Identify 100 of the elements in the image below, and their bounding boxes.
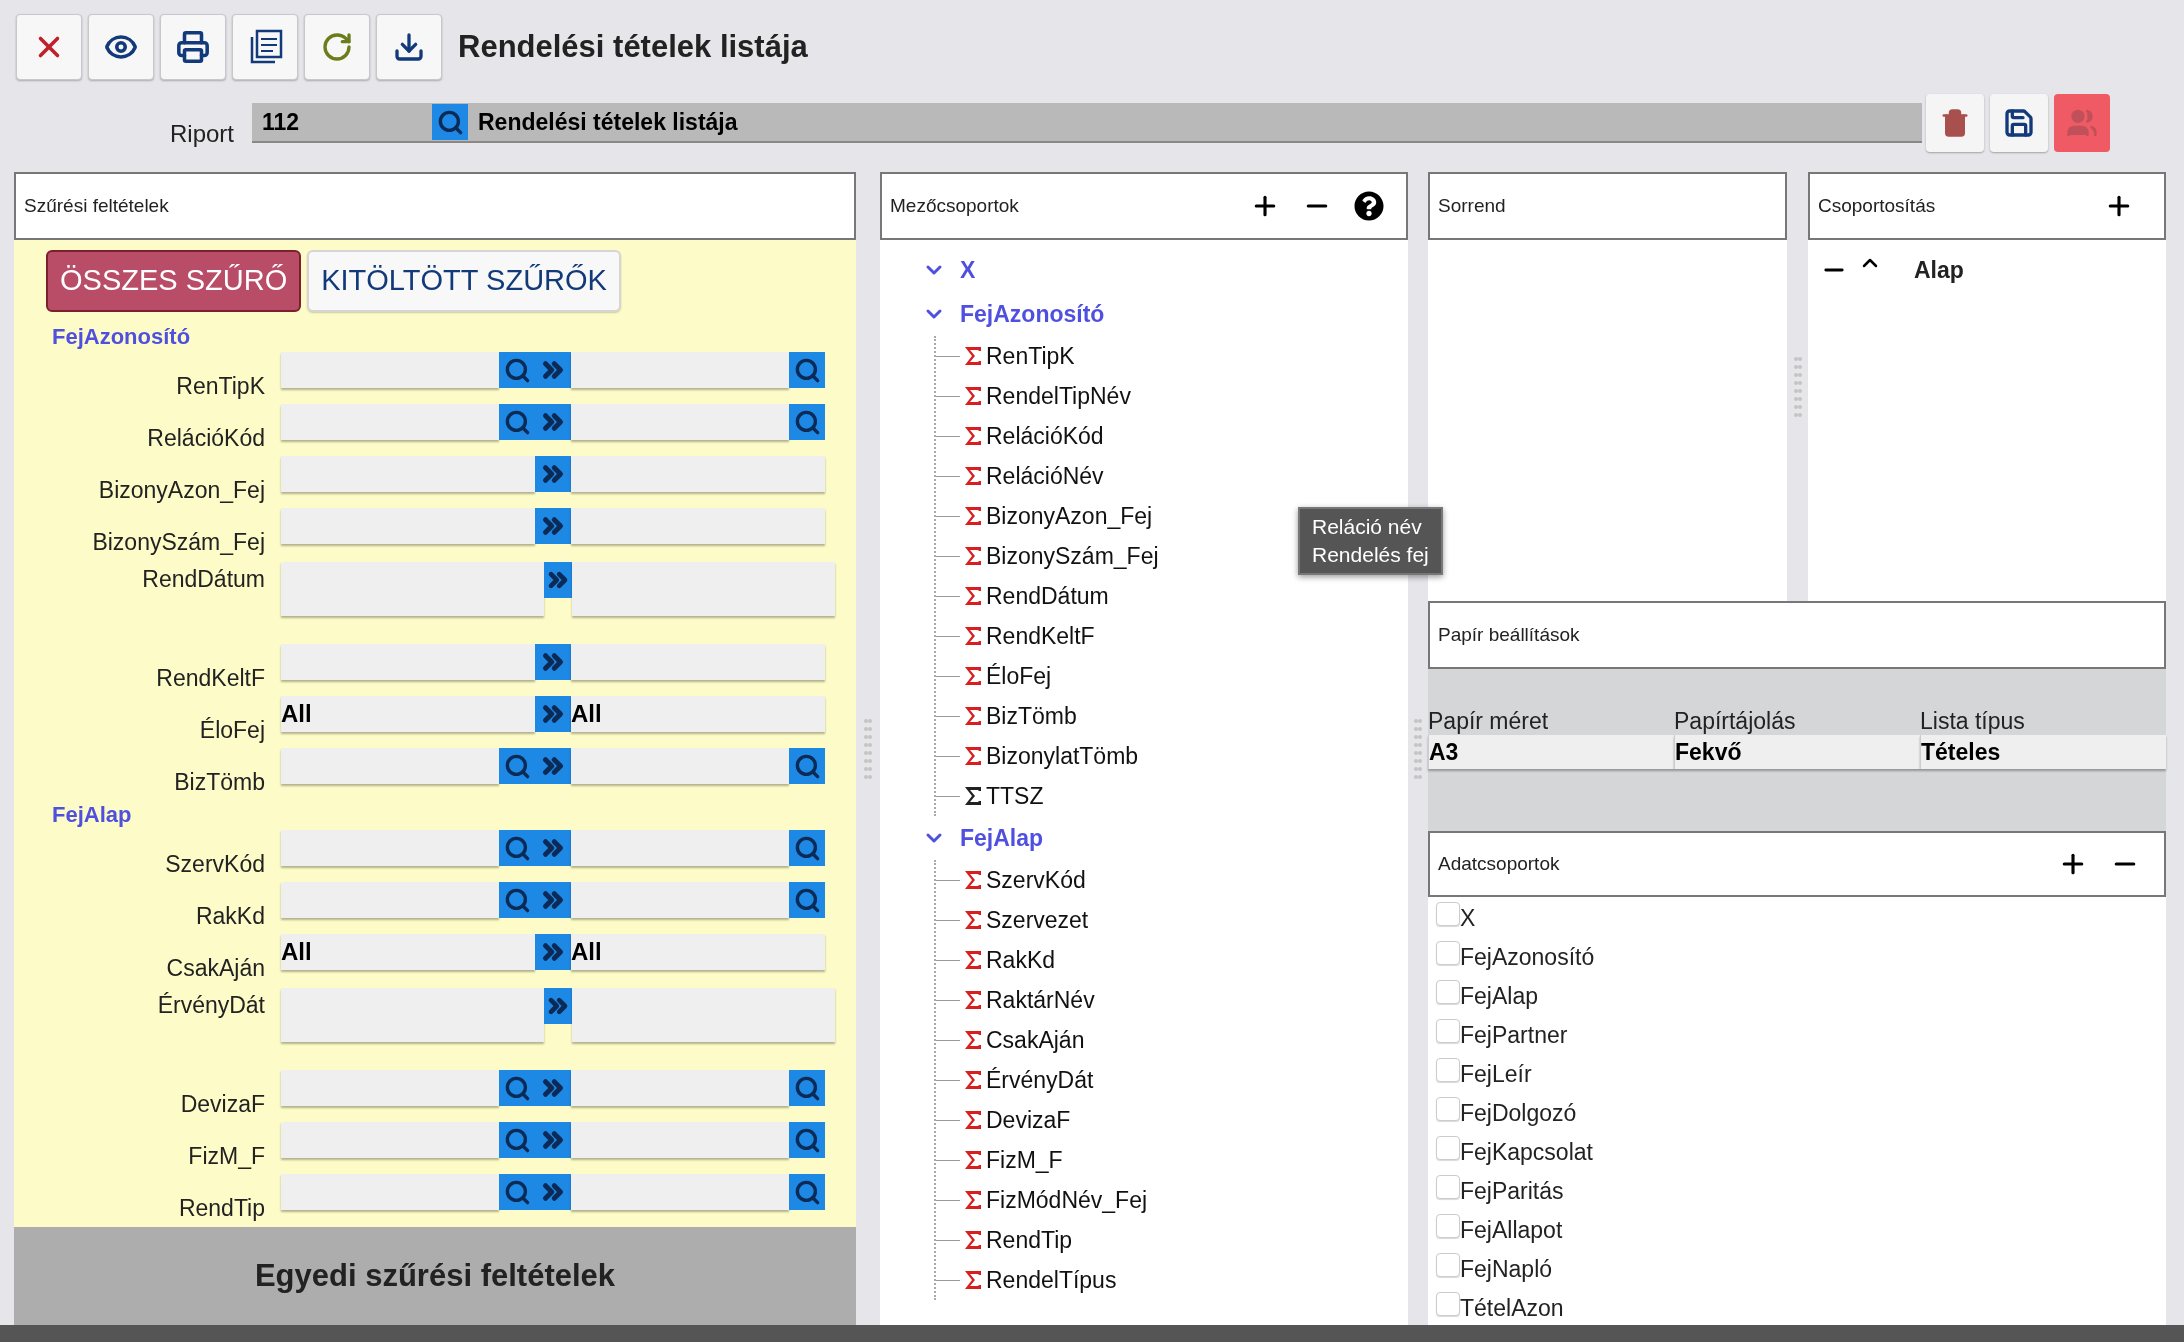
- input-field[interactable]: [281, 1174, 499, 1210]
- input-field[interactable]: All: [281, 934, 535, 970]
- search-button[interactable]: [499, 352, 535, 388]
- checkbox[interactable]: [1436, 1057, 1460, 1082]
- tree-item-label[interactable]: RenTipK: [986, 338, 1075, 374]
- tree-item-label[interactable]: FizMódNév_Fej: [986, 1182, 1148, 1218]
- input-field[interactable]: [571, 352, 789, 388]
- tree-item-label[interactable]: Szervezet: [986, 902, 1089, 938]
- input-field[interactable]: [281, 352, 499, 388]
- search-button[interactable]: [499, 404, 535, 440]
- checkbox[interactable]: [1436, 1213, 1460, 1238]
- tree-item-label[interactable]: CsakAján: [986, 1022, 1085, 1058]
- search-button[interactable]: [789, 882, 825, 918]
- refresh-button[interactable]: [304, 14, 370, 80]
- range-arrow-button[interactable]: [535, 352, 571, 388]
- input-field[interactable]: [281, 404, 499, 440]
- input-field[interactable]: [281, 748, 499, 784]
- input-field[interactable]: [571, 1070, 789, 1106]
- input-field[interactable]: [571, 882, 789, 918]
- search-button[interactable]: [789, 1174, 825, 1210]
- save-button[interactable]: [1990, 94, 2048, 152]
- tree-item-label[interactable]: RendKeltF: [986, 618, 1095, 654]
- report-field[interactable]: 112 Rendelési tételek listája: [252, 103, 1922, 143]
- input-field[interactable]: [281, 562, 544, 616]
- checkbox[interactable]: [1436, 1174, 1460, 1199]
- input-field[interactable]: [281, 830, 499, 866]
- input-field[interactable]: [281, 456, 535, 492]
- range-arrow-button[interactable]: [535, 1174, 571, 1210]
- search-button[interactable]: [789, 830, 825, 866]
- range-arrow-button[interactable]: [544, 562, 572, 598]
- input-field[interactable]: [571, 456, 825, 492]
- print-button[interactable]: [160, 14, 226, 80]
- tree-item-label[interactable]: RendDátum: [986, 578, 1109, 614]
- tree-item-label[interactable]: TTSZ: [986, 778, 1044, 814]
- tree-item-label[interactable]: RendelTipNév: [986, 378, 1131, 414]
- custom-filters-bar[interactable]: Egyedi szűrési feltételek: [14, 1227, 856, 1325]
- range-arrow-button[interactable]: [535, 882, 571, 918]
- help-icon[interactable]: [1354, 191, 1384, 221]
- input-field[interactable]: [572, 562, 835, 616]
- tree-item-label[interactable]: FizM_F: [986, 1142, 1063, 1178]
- tree-item-label[interactable]: BizonylatTömb: [986, 738, 1139, 774]
- search-button[interactable]: [499, 1070, 535, 1106]
- input-field[interactable]: [281, 1122, 499, 1158]
- paper-field[interactable]: A3: [1428, 735, 1674, 769]
- download-button[interactable]: [376, 14, 442, 80]
- tree-item-label[interactable]: RelációNév: [986, 458, 1104, 494]
- checkbox[interactable]: [1436, 979, 1460, 1004]
- search-icon[interactable]: [432, 104, 468, 140]
- tree-item-label[interactable]: RaktárNév: [986, 982, 1095, 1018]
- input-field[interactable]: [281, 644, 535, 680]
- tree-item-label[interactable]: RelációKód: [986, 418, 1104, 454]
- range-arrow-button[interactable]: [535, 830, 571, 866]
- input-field[interactable]: [571, 830, 789, 866]
- checkbox[interactable]: [1436, 1252, 1460, 1277]
- range-arrow-button[interactable]: [535, 696, 571, 732]
- drag-handle[interactable]: [1414, 718, 1422, 779]
- search-button[interactable]: [499, 882, 535, 918]
- drag-handle[interactable]: [864, 718, 872, 779]
- tree-item-label[interactable]: ÉloFej: [986, 658, 1052, 694]
- input-field[interactable]: [281, 1070, 499, 1106]
- range-arrow-button[interactable]: [535, 934, 571, 970]
- input-field[interactable]: [281, 882, 499, 918]
- input-field[interactable]: All: [281, 696, 535, 732]
- tree-group-label[interactable]: FejAlap: [960, 820, 1044, 856]
- search-button[interactable]: [499, 1174, 535, 1210]
- range-arrow-button[interactable]: [535, 1070, 571, 1106]
- input-field[interactable]: [571, 404, 789, 440]
- search-button[interactable]: [499, 1122, 535, 1158]
- grouping-item[interactable]: Alap: [1914, 252, 1964, 288]
- input-field[interactable]: [572, 988, 835, 1042]
- tree-item-label[interactable]: BizTömb: [986, 698, 1077, 734]
- search-button[interactable]: [789, 404, 825, 440]
- tree-item-label[interactable]: SzervKód: [986, 862, 1086, 898]
- range-arrow-button[interactable]: [535, 456, 571, 492]
- filter-tab[interactable]: KITÖLTÖTT SZŰRŐK: [307, 250, 621, 312]
- checkbox[interactable]: [1436, 940, 1460, 965]
- search-button[interactable]: [789, 352, 825, 388]
- input-field[interactable]: [571, 748, 789, 784]
- search-button[interactable]: [499, 748, 535, 784]
- input-field[interactable]: [281, 988, 544, 1042]
- input-field[interactable]: All: [571, 696, 825, 732]
- pdf-button[interactable]: [232, 14, 298, 80]
- tree-item-label[interactable]: RakKd: [986, 942, 1056, 978]
- checkbox[interactable]: [1436, 1096, 1460, 1121]
- search-button[interactable]: [789, 1122, 825, 1158]
- search-button[interactable]: [499, 830, 535, 866]
- search-button[interactable]: [789, 748, 825, 784]
- tree-item-label[interactable]: BizonySzám_Fej: [986, 538, 1159, 574]
- tree-item-label[interactable]: BizonyAzon_Fej: [986, 498, 1153, 534]
- range-arrow-button[interactable]: [535, 404, 571, 440]
- paper-field[interactable]: Tételes: [1920, 735, 2166, 769]
- range-arrow-button[interactable]: [535, 508, 571, 544]
- delete-button[interactable]: [1926, 94, 1984, 152]
- range-arrow-button[interactable]: [535, 644, 571, 680]
- input-field[interactable]: [571, 1174, 789, 1210]
- drag-handle[interactable]: [1793, 356, 1802, 417]
- checkbox[interactable]: [1436, 1291, 1460, 1316]
- input-field[interactable]: [571, 644, 825, 680]
- input-field[interactable]: [571, 1122, 789, 1158]
- tree-item-label[interactable]: DevizaF: [986, 1102, 1071, 1138]
